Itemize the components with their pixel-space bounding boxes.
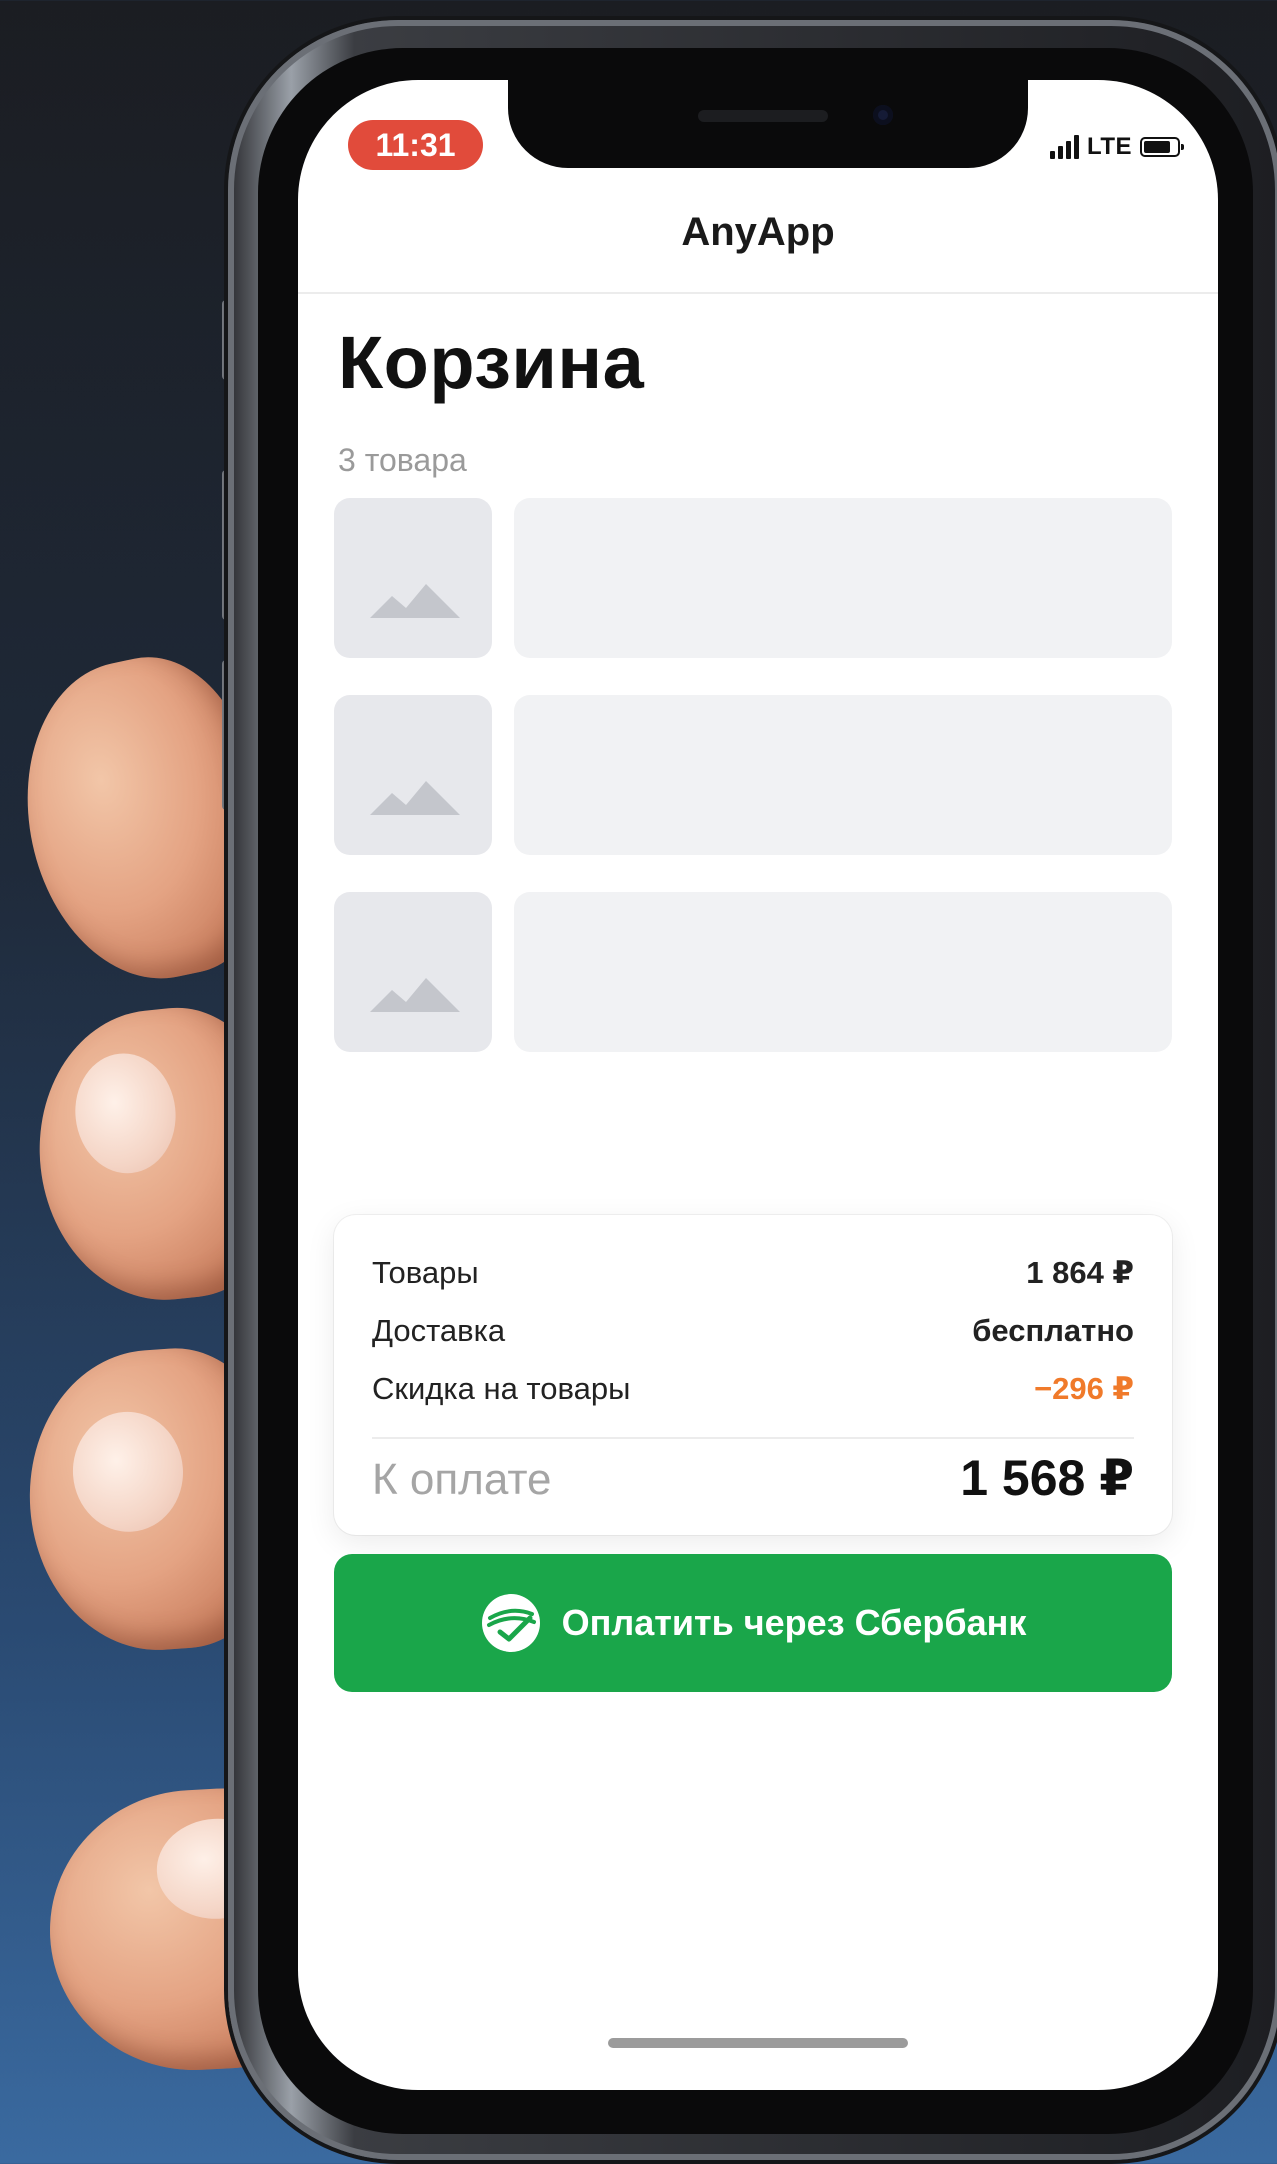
image-placeholder-icon [370, 978, 460, 1012]
delivery-label: Доставка [372, 1313, 506, 1348]
speaker-grille [698, 110, 828, 122]
cart-item[interactable] [334, 498, 1172, 658]
product-thumbnail [334, 695, 492, 855]
sberbank-logo-icon [481, 1594, 540, 1652]
order-summary: Товары 1 864 ₽ Доставка бесплатно Скидка… [334, 1215, 1172, 1535]
fingernail [68, 1408, 188, 1536]
goods-value: 1 864 ₽ [1026, 1255, 1134, 1290]
cart-item[interactable] [334, 892, 1172, 1052]
goods-label: Товары [372, 1255, 479, 1290]
product-info-placeholder [514, 695, 1172, 855]
pay-button-label: Оплатить через Сбербанк [561, 1602, 1027, 1643]
status-indicators: LTE [1049, 130, 1184, 164]
cart-item[interactable] [334, 695, 1172, 855]
product-info-placeholder [514, 498, 1172, 658]
home-indicator[interactable] [608, 2038, 908, 2048]
notch [508, 80, 1028, 168]
image-placeholder-icon [370, 584, 460, 618]
delivery-value: бесплатно [972, 1313, 1134, 1348]
phone-screen: 11:31 LTE AnyApp Корзина 3 товара Товары… [298, 80, 1218, 2090]
fingernail [69, 1048, 182, 1179]
total-label: К оплате [372, 1455, 552, 1504]
product-thumbnail [334, 892, 492, 1052]
app-title: AnyApp [681, 210, 835, 254]
phone-frame: 11:31 LTE AnyApp Корзина 3 товара Товары… [228, 20, 1277, 2160]
summary-goods-row: Товары 1 864 ₽ [372, 1255, 1134, 1291]
battery-icon [1140, 137, 1184, 157]
summary-divider [372, 1437, 1134, 1439]
page-title: Корзина [338, 321, 645, 404]
summary-delivery-row: Доставка бесплатно [372, 1313, 1134, 1349]
status-time: 11:31 [348, 120, 483, 170]
signal-icon [1049, 135, 1079, 159]
header-divider [298, 292, 1218, 294]
product-thumbnail [334, 498, 492, 658]
discount-label: Скидка на товары [372, 1371, 631, 1406]
total-value: 1 568 ₽ [960, 1450, 1134, 1506]
pay-sberbank-button[interactable]: Оплатить через Сбербанк [334, 1554, 1172, 1692]
front-camera [873, 105, 893, 125]
image-placeholder-icon [370, 781, 460, 815]
items-count: 3 товара [338, 442, 467, 478]
network-type: LTE [1086, 133, 1132, 160]
product-info-placeholder [514, 892, 1172, 1052]
summary-discount-row: Скидка на товары −296 ₽ [372, 1371, 1134, 1407]
discount-value: −296 ₽ [1033, 1371, 1134, 1406]
